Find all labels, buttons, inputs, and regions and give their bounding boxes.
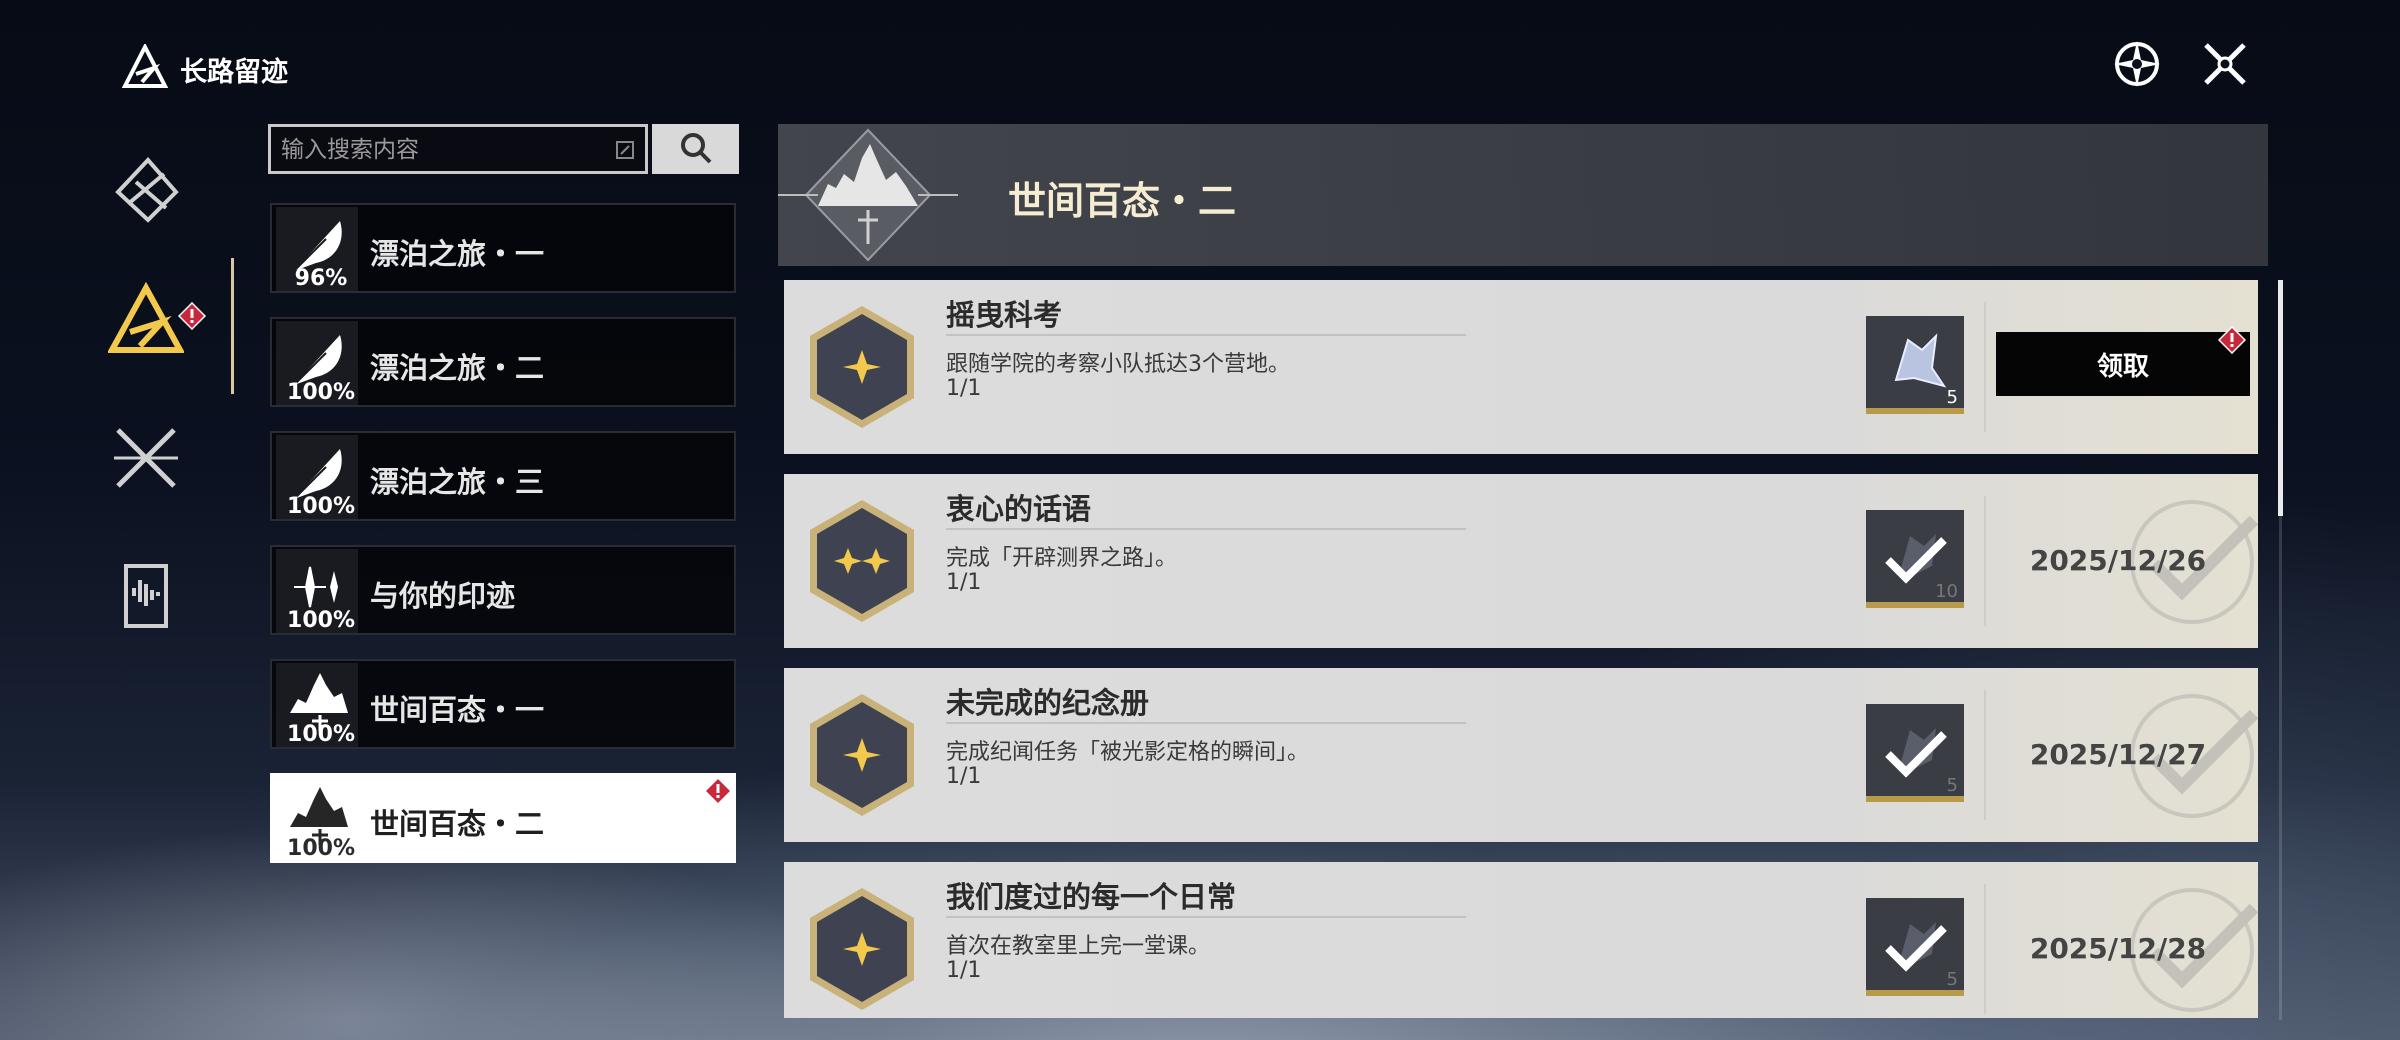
achievement-progress: 1/1 xyxy=(946,376,982,401)
category-label: 漂泊之旅・三 xyxy=(370,465,545,499)
achievement-hex-badge-icon xyxy=(810,306,914,428)
search-field[interactable] xyxy=(268,124,648,174)
reward-item[interactable]: 5 xyxy=(1866,898,1964,996)
divider xyxy=(1984,496,1986,626)
title-divider xyxy=(946,916,1466,918)
category-icon-box: 100% xyxy=(276,663,358,747)
category-item[interactable]: 100% 世间百态・一 xyxy=(270,659,736,749)
category-label: 漂泊之旅・一 xyxy=(370,237,545,271)
reward-count: 5 xyxy=(1946,387,1958,408)
category-item[interactable]: 100% 漂泊之旅・三 xyxy=(270,431,736,521)
achievement-progress: 1/1 xyxy=(946,764,982,789)
search-button[interactable] xyxy=(652,124,739,174)
reward-count: 5 xyxy=(1946,775,1958,796)
reward-rarity-bar xyxy=(1866,408,1964,414)
reward-item[interactable]: 5 xyxy=(1866,704,1964,802)
shard-emblem-icon[interactable] xyxy=(108,152,184,228)
search-icon xyxy=(680,132,711,163)
category-icon-box: 100% xyxy=(276,549,358,633)
achievement-card: 衷心的话语完成「开辟测界之路」。 1/1 10 2025/12/26 xyxy=(784,474,2258,648)
title-divider xyxy=(946,722,1466,724)
crossed-swords-icon[interactable] xyxy=(108,420,184,496)
divider xyxy=(1984,690,1986,820)
alert-icon xyxy=(178,302,206,330)
category-percent: 100% xyxy=(287,494,355,519)
alert-icon xyxy=(704,777,732,805)
achievement-title: 我们度过的每一个日常 xyxy=(946,880,1237,914)
reward-item[interactable]: 5 xyxy=(1866,316,1964,414)
compass-icon[interactable] xyxy=(2108,35,2166,93)
achievement-description: 完成「开辟测界之路」。 xyxy=(946,546,1178,571)
city-skyline-emblem-icon xyxy=(778,128,958,262)
category-item[interactable]: 96% 漂泊之旅・一 xyxy=(270,203,736,293)
completion-date: 2025/12/26 xyxy=(2029,544,2207,577)
rail-active-indicator xyxy=(231,258,234,394)
category-percent: 96% xyxy=(294,266,348,291)
app-title: 长路留迹 xyxy=(180,57,288,88)
achievement-hex-badge-icon xyxy=(810,500,914,622)
title-divider xyxy=(946,528,1466,530)
claim-button[interactable]: 领取 xyxy=(1996,332,2250,396)
scrollbar-thumb[interactable] xyxy=(2278,280,2283,516)
banner-title: 世间百态・二 xyxy=(1008,179,1237,223)
category-icon-box: 96% xyxy=(276,207,358,291)
divider xyxy=(1984,884,1986,1014)
category-icon-box: 100% xyxy=(276,321,358,405)
reward-count: 5 xyxy=(1946,969,1958,990)
reward-item[interactable]: 10 xyxy=(1866,510,1964,608)
edit-icon xyxy=(616,141,634,159)
reward-rarity-bar xyxy=(1866,796,1964,802)
category-item[interactable]: 100% 世间百态・二 xyxy=(270,773,736,863)
category-percent: 100% xyxy=(287,722,355,747)
achievement-hex-badge-icon xyxy=(810,694,914,816)
divider xyxy=(1984,302,1986,432)
reward-rarity-bar xyxy=(1866,990,1964,996)
category-banner: 世间百态・二 xyxy=(778,124,2268,266)
category-label: 与你的印迹 xyxy=(370,579,516,613)
achievement-title: 摇曳科考 xyxy=(946,298,1063,332)
search-input[interactable] xyxy=(281,134,601,166)
path-triangle-logo-icon xyxy=(122,44,168,88)
category-percent: 100% xyxy=(287,836,355,861)
achievement-description: 首次在教室里上完一堂课。 xyxy=(946,934,1211,959)
achievement-title: 衷心的话语 xyxy=(946,492,1092,526)
achievement-description: 跟随学院的考察小队抵达3个营地。 xyxy=(946,352,1290,377)
path-triangle-icon[interactable] xyxy=(108,282,184,358)
reward-rarity-bar xyxy=(1866,602,1964,608)
achievement-progress: 1/1 xyxy=(946,570,982,595)
category-icon-box: 100% xyxy=(276,435,358,519)
achievement-card: 摇曳科考跟随学院的考察小队抵达3个营地。 1/1 5 领取 xyxy=(784,280,2258,454)
category-percent: 100% xyxy=(287,380,355,405)
achievement-description: 完成纪闻任务「被光影定格的瞬间」。 xyxy=(946,740,1310,765)
category-item[interactable]: 100% 与你的印迹 xyxy=(270,545,736,635)
achievement-card: 未完成的纪念册完成纪闻任务「被光影定格的瞬间」。 1/1 5 2025/12/27 xyxy=(784,668,2258,842)
completion-date: 2025/12/27 xyxy=(2029,738,2207,771)
close-icon[interactable] xyxy=(2196,35,2254,93)
achievement-progress: 1/1 xyxy=(946,958,982,983)
completion-date: 2025/12/28 xyxy=(2029,932,2207,965)
achievement-hex-badge-icon xyxy=(810,888,914,1010)
category-percent: 100% xyxy=(287,608,355,633)
category-icon-box: 100% xyxy=(276,777,358,861)
category-item[interactable]: 100% 漂泊之旅・二 xyxy=(270,317,736,407)
waveform-card-icon[interactable] xyxy=(108,558,184,634)
category-label: 漂泊之旅・二 xyxy=(370,351,545,385)
category-label: 世间百态・一 xyxy=(370,693,545,727)
title-divider xyxy=(946,334,1466,336)
achievement-title: 未完成的纪念册 xyxy=(946,686,1150,720)
category-label: 世间百态・二 xyxy=(370,807,545,841)
alert-icon xyxy=(2218,326,2246,354)
reward-count: 10 xyxy=(1935,581,1958,602)
achievement-card: 我们度过的每一个日常首次在教室里上完一堂课。 1/1 5 2025/12/28 xyxy=(784,862,2258,1018)
